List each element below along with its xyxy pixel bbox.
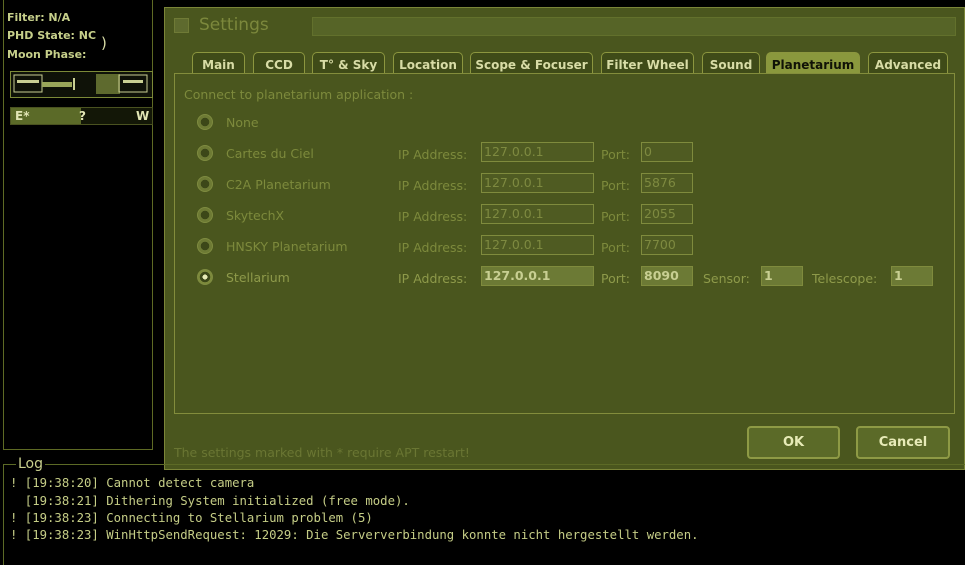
ip-label: IP Address:	[398, 240, 468, 255]
radio-hnsky[interactable]	[197, 238, 213, 254]
ip-label: IP Address:	[398, 271, 468, 286]
radio-cartes-du-ciel[interactable]	[197, 145, 213, 161]
compass-west: W	[136, 109, 150, 123]
port-field-cartes-du-ciel[interactable]: 0	[641, 142, 693, 162]
title-bar[interactable]	[312, 17, 956, 36]
tab-advanced[interactable]: Advanced	[868, 52, 948, 75]
compass-east: E*	[15, 109, 30, 123]
tab-temperature-sky[interactable]: T° & Sky	[312, 52, 385, 75]
settings-dialog: Settings Main CCD T° & Sky Location Scop…	[164, 7, 965, 470]
tab-scope-focuser[interactable]: Scope & Focuser	[470, 52, 593, 75]
moon-icon: )	[101, 34, 107, 52]
title-checkbox[interactable]	[174, 18, 189, 33]
status-panel: Filter: N/A PHD State: NC Moon Phase: ) …	[3, 0, 153, 450]
ip-field-hnsky[interactable]: 127.0.0.1	[481, 235, 594, 255]
option-label-cartes-du-ciel: Cartes du Ciel	[226, 146, 314, 161]
ip-label: IP Address:	[398, 209, 468, 224]
option-label-c2a: C2A Planetarium	[226, 177, 331, 192]
tab-ccd[interactable]: CCD	[253, 52, 305, 75]
phd-status: PHD State: NC	[7, 29, 97, 42]
sensor-field[interactable]: 1	[761, 266, 803, 286]
moon-phase-label: Moon Phase:	[7, 48, 87, 61]
radio-stellarium[interactable]	[197, 269, 213, 285]
port-field-hnsky[interactable]: 7700	[641, 235, 693, 255]
focuser-slider[interactable]	[10, 71, 153, 98]
port-label: Port:	[601, 240, 630, 255]
log-panel: Log ! [19:38:20] Cannot detect camera [1…	[3, 456, 965, 565]
option-label-skytechx: SkytechX	[226, 208, 285, 223]
option-label-none: None	[226, 115, 259, 130]
tab-sound[interactable]: Sound	[702, 52, 760, 75]
port-label: Port:	[601, 147, 630, 162]
radio-none[interactable]	[197, 114, 213, 130]
log-line: [19:38:21] Dithering System initialized …	[10, 494, 410, 508]
connect-label: Connect to planetarium application :	[184, 87, 414, 102]
restart-note: The settings marked with * require APT r…	[174, 445, 470, 460]
dialog-title: Settings	[199, 15, 269, 35]
ip-field-c2a[interactable]: 127.0.0.1	[481, 173, 594, 193]
cancel-button[interactable]: Cancel	[856, 426, 950, 459]
port-label: Port:	[601, 271, 630, 286]
ip-label: IP Address:	[398, 147, 468, 162]
slider-icon	[13, 74, 148, 94]
log-line: ! [19:38:20] Cannot detect camera	[10, 476, 255, 490]
tab-filter-wheel[interactable]: Filter Wheel	[601, 52, 694, 75]
telescope-field[interactable]: 1	[891, 266, 933, 286]
port-field-skytechx[interactable]: 2055	[641, 204, 693, 224]
ip-field-cartes-du-ciel[interactable]: 127.0.0.1	[481, 142, 594, 162]
port-field-stellarium[interactable]: 8090	[641, 266, 693, 286]
compass-bar: E* ? W	[10, 107, 153, 125]
option-label-stellarium: Stellarium	[226, 270, 290, 285]
tab-location[interactable]: Location	[393, 52, 463, 75]
radio-skytechx[interactable]	[197, 207, 213, 223]
log-line: ! [19:38:23] Connecting to Stellarium pr…	[10, 511, 373, 525]
telescope-label: Telescope:	[812, 271, 878, 286]
radio-c2a[interactable]	[197, 176, 213, 192]
ip-field-skytechx[interactable]: 127.0.0.1	[481, 204, 594, 224]
sensor-label: Sensor:	[703, 271, 750, 286]
ip-label: IP Address:	[398, 178, 468, 193]
compass-unknown: ?	[79, 109, 86, 123]
option-label-hnsky: HNSKY Planetarium	[226, 239, 348, 254]
tab-planetarium[interactable]: Planetarium	[766, 52, 860, 75]
ok-button[interactable]: OK	[747, 426, 840, 459]
log-title: Log	[16, 456, 46, 472]
log-line: ! [19:38:23] WinHttpSendRequest: 12029: …	[10, 528, 699, 542]
ip-field-stellarium[interactable]: 127.0.0.1	[481, 266, 594, 286]
port-field-c2a[interactable]: 5876	[641, 173, 693, 193]
tab-main[interactable]: Main	[192, 52, 245, 75]
port-label: Port:	[601, 209, 630, 224]
filter-status: Filter: N/A	[7, 11, 71, 24]
port-label: Port:	[601, 178, 630, 193]
